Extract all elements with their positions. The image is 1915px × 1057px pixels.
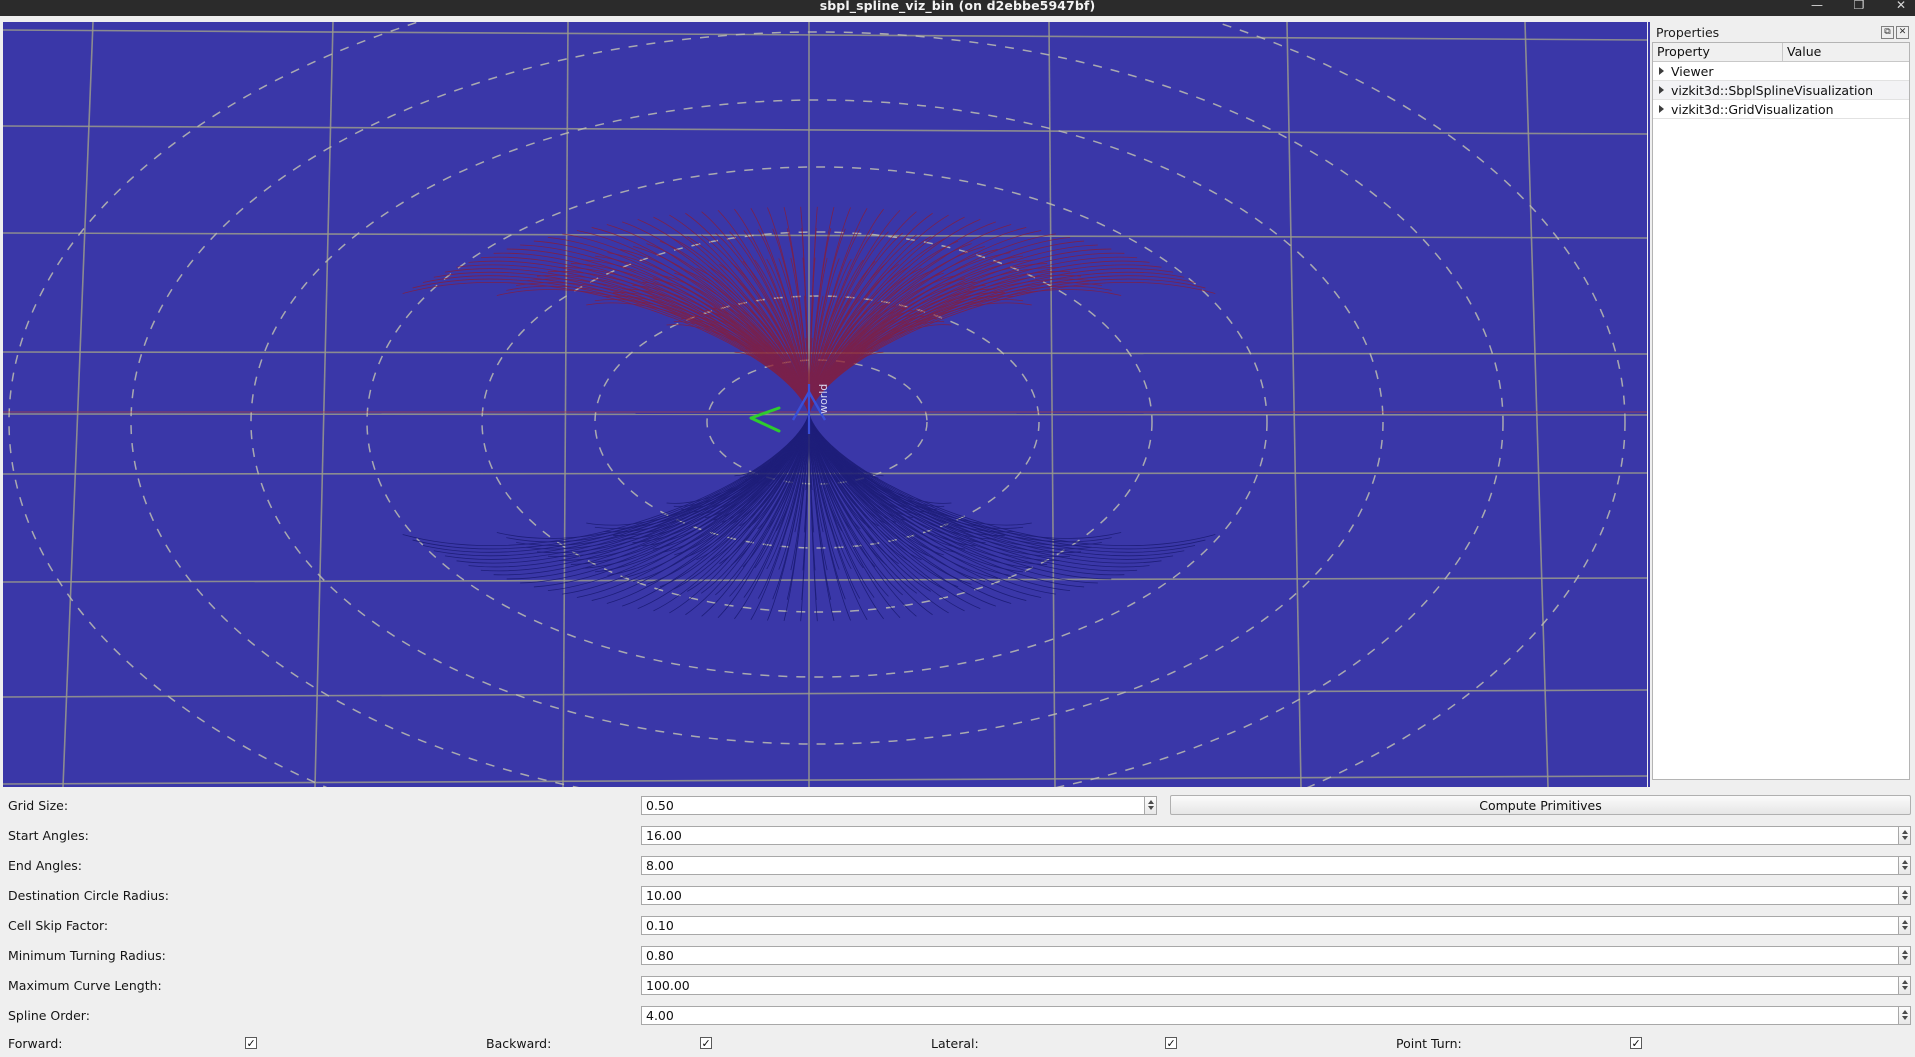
spline-order-stepper[interactable] (641, 1005, 1911, 1025)
close-button[interactable]: ✕ (1891, 0, 1911, 13)
minimize-button[interactable]: — (1807, 0, 1827, 13)
destination-circle-radius-input[interactable] (641, 885, 1898, 905)
label-maximum-curve-length: Maximum Curve Length: (8, 977, 162, 993)
label-backward: Backward: (486, 1035, 552, 1051)
maximum-curve-length-input[interactable] (641, 975, 1898, 995)
properties-dock-header: Properties ⧉ ✕ (1650, 22, 1912, 42)
start-angles-stepper[interactable] (641, 825, 1911, 845)
spinner-up-icon[interactable] (1901, 980, 1908, 984)
label-minimum-turning-radius: Minimum Turning Radius: (8, 947, 166, 963)
checkbox-group-lateral[interactable]: Lateral: ✓ (927, 1036, 1177, 1051)
spinner-down-icon[interactable] (1901, 1016, 1908, 1020)
spline-order-spinner-arrows[interactable] (1898, 1005, 1911, 1025)
compute-primitives-button[interactable]: Compute Primitives (1170, 795, 1911, 815)
column-header-property: Property (1653, 43, 1783, 61)
window-controls: — ❐ ✕ (1807, 0, 1911, 16)
form-row-grid-size: Grid Size: Compute Primitives (0, 790, 1915, 820)
spinner-up-icon[interactable] (1901, 1010, 1908, 1014)
checkbox-lateral[interactable]: ✓ (1165, 1037, 1177, 1049)
checkbox-group-backward[interactable]: Backward: ✓ (482, 1036, 712, 1051)
origin-frame-label: world (817, 384, 830, 414)
checkbox-group-forward[interactable]: Forward: ✓ (4, 1036, 257, 1051)
window-title: sbpl_spline_viz_bin (on d2ebbe5947bf) (819, 0, 1096, 13)
cell-skip-factor-spinner-arrows[interactable] (1898, 915, 1911, 935)
label-point-turn: Point Turn: (1396, 1035, 1462, 1051)
spinner-down-icon[interactable] (1901, 956, 1908, 960)
label-cell-skip-factor: Cell Skip Factor: (8, 917, 109, 933)
3d-viewport[interactable]: world (3, 22, 1647, 787)
property-row-label: Viewer (1671, 63, 1714, 79)
spinner-down-icon[interactable] (1901, 836, 1908, 840)
spinner-down-icon[interactable] (1901, 926, 1908, 930)
spinner-up-icon[interactable] (1901, 950, 1908, 954)
spline-order-input[interactable] (641, 1005, 1898, 1025)
property-row-sbpl-spline-visualization[interactable]: vizkit3d::SbplSplineVisualization (1653, 81, 1909, 100)
label-destination-circle-radius: Destination Circle Radius: (8, 887, 169, 903)
spinner-up-icon[interactable] (1901, 830, 1908, 834)
form-row-maximum-curve-length: Maximum Curve Length: (0, 970, 1915, 1000)
chevron-right-icon[interactable] (1659, 105, 1664, 113)
property-row-label: vizkit3d::SbplSplineVisualization (1671, 82, 1874, 98)
spinner-down-icon[interactable] (1901, 986, 1908, 990)
spinner-down-icon[interactable] (1901, 896, 1908, 900)
form-row-cell-skip-factor: Cell Skip Factor: (0, 910, 1915, 940)
start-angles-spinner-arrows[interactable] (1898, 825, 1911, 845)
spinner-down-icon[interactable] (1901, 866, 1908, 870)
properties-table-header: Property Value (1653, 43, 1909, 62)
spinner-down-icon[interactable] (1147, 806, 1154, 810)
checkbox-forward[interactable]: ✓ (245, 1037, 257, 1049)
property-row-grid-visualization[interactable]: vizkit3d::GridVisualization (1653, 100, 1909, 119)
chevron-right-icon[interactable] (1659, 86, 1664, 94)
end-angles-input[interactable] (641, 855, 1898, 875)
checkbox-group-point-turn[interactable]: Point Turn: ✓ (1392, 1036, 1642, 1051)
close-icon[interactable]: ✕ (1896, 25, 1909, 39)
maximize-button[interactable]: ❐ (1849, 0, 1869, 13)
property-row-viewer[interactable]: Viewer (1653, 62, 1909, 81)
float-icon[interactable]: ⧉ (1881, 25, 1894, 39)
label-end-angles: End Angles: (8, 857, 83, 873)
form-row-end-angles: End Angles: (0, 850, 1915, 880)
form-row-spline-order: Spline Order: (0, 1000, 1915, 1030)
checkbox-point-turn[interactable]: ✓ (1630, 1037, 1642, 1049)
column-header-value: Value (1787, 44, 1822, 59)
spinner-up-icon[interactable] (1901, 860, 1908, 864)
grid-size-input[interactable] (641, 795, 1144, 815)
minimum-turning-radius-input[interactable] (641, 945, 1898, 965)
parameter-form: Grid Size: Compute Primitives Start Angl… (0, 790, 1915, 1057)
end-angles-stepper[interactable] (641, 855, 1911, 875)
grid-size-spinner-arrows[interactable] (1144, 795, 1157, 815)
grid-size-stepper[interactable] (641, 795, 1157, 815)
cell-skip-factor-stepper[interactable] (641, 915, 1911, 935)
destination-circle-radius-stepper[interactable] (641, 885, 1911, 905)
form-row-start-angles: Start Angles: (0, 820, 1915, 850)
cell-skip-factor-input[interactable] (641, 915, 1898, 935)
label-lateral: Lateral: (931, 1035, 979, 1051)
checkbox-backward[interactable]: ✓ (700, 1037, 712, 1049)
minimum-turning-radius-stepper[interactable] (641, 945, 1911, 965)
label-forward: Forward: (8, 1035, 63, 1051)
chevron-right-icon[interactable] (1659, 67, 1664, 75)
label-start-angles: Start Angles: (8, 827, 89, 843)
end-angles-spinner-arrows[interactable] (1898, 855, 1911, 875)
label-spline-order: Spline Order: (8, 1007, 90, 1023)
spinner-up-icon[interactable] (1901, 890, 1908, 894)
start-angles-input[interactable] (641, 825, 1898, 845)
spinner-up-icon[interactable] (1147, 800, 1154, 804)
motion-mode-checkbox-row: Forward: ✓ Backward: ✓ Lateral: ✓ Point … (0, 1030, 1915, 1056)
window-titlebar: sbpl_spline_viz_bin (on d2ebbe5947bf) — … (0, 0, 1915, 16)
destination-circle-radius-spinner-arrows[interactable] (1898, 885, 1911, 905)
maximum-curve-length-stepper[interactable] (641, 975, 1911, 995)
viewport-scene: world (3, 22, 1647, 787)
spinner-up-icon[interactable] (1901, 920, 1908, 924)
properties-dock: Properties ⧉ ✕ Property Value Viewer viz… (1648, 22, 1912, 787)
form-row-minimum-turning-radius: Minimum Turning Radius: (0, 940, 1915, 970)
properties-dock-title: Properties (1656, 24, 1720, 40)
form-row-destination-circle-radius: Destination Circle Radius: (0, 880, 1915, 910)
property-row-label: vizkit3d::GridVisualization (1671, 101, 1834, 117)
maximum-curve-length-spinner-arrows[interactable] (1898, 975, 1911, 995)
label-grid-size: Grid Size: (8, 797, 69, 813)
minimum-turning-radius-spinner-arrows[interactable] (1898, 945, 1911, 965)
properties-table[interactable]: Property Value Viewer vizkit3d::SbplSpli… (1652, 42, 1910, 780)
